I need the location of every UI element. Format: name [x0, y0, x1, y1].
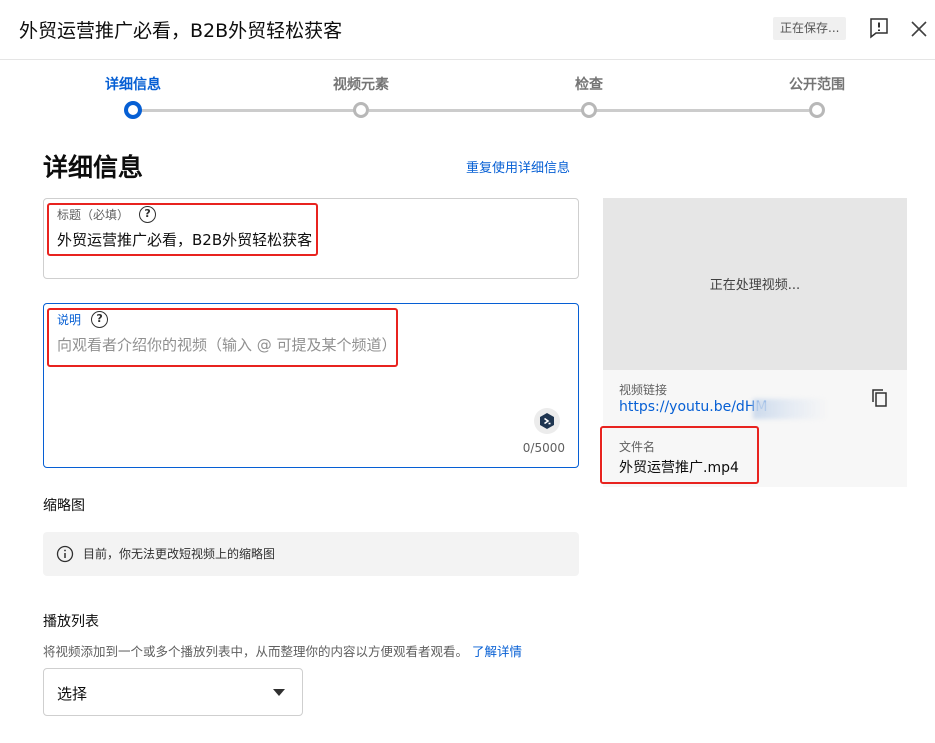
thumbnail-info-text: 目前，你无法更改短视频上的缩略图: [83, 547, 276, 561]
description-field[interactable]: 说明 ? 向观看者介绍你的视频（输入 @ 可提及某个频道） 0/5000: [43, 303, 579, 468]
thumbnail-heading: 缩略图: [43, 498, 85, 514]
step-label: 公开范围: [789, 77, 845, 93]
feedback-icon[interactable]: [867, 16, 891, 40]
copy-icon[interactable]: [868, 386, 892, 410]
processing-status: 正在处理视频...: [709, 278, 801, 293]
info-icon: [56, 545, 74, 563]
title-field[interactable]: 标题（必填） ? 外贸运营推广必看，B2B外贸轻松获客: [43, 198, 579, 279]
title-input[interactable]: 外贸运营推广必看，B2B外贸轻松获客: [57, 229, 312, 250]
playlist-select-value: 选择: [57, 685, 88, 703]
step-indicator: [353, 102, 369, 118]
step-label: 检查: [575, 77, 603, 93]
step-indicator: [124, 101, 142, 119]
step-video-elements[interactable]: 视频元素: [291, 76, 431, 118]
saving-status-badge: 正在保存...: [773, 17, 847, 40]
dialog-title: 外贸运营推广必看，B2B外贸轻松获客: [19, 20, 343, 42]
learn-more-link[interactable]: 了解详情: [472, 644, 522, 659]
playlist-select[interactable]: 选择: [43, 668, 303, 716]
redaction-blur: [753, 399, 828, 419]
page-title: 详细信息: [43, 153, 144, 182]
step-indicator: [809, 102, 825, 118]
stepper-connector: [140, 109, 355, 112]
step-indicator: [581, 102, 597, 118]
description-field-label-row: 说明 ?: [57, 311, 109, 328]
title-label: 标题（必填）: [57, 208, 130, 222]
playlist-description-text: 将视频添加到一个或多个播放列表中，从而整理你的内容以方便观看者观看。: [43, 644, 469, 659]
description-label: 说明: [57, 313, 82, 327]
video-preview: 正在处理视频...: [603, 198, 907, 370]
dropdown-arrow-icon: [273, 689, 285, 696]
ai-assist-icon[interactable]: [534, 408, 560, 434]
step-details[interactable]: 详细信息: [63, 76, 203, 119]
playlist-heading: 播放列表: [43, 614, 99, 630]
filename-value: 外贸运营推广.mp4: [619, 460, 739, 476]
dialog-header: 外贸运营推广必看，B2B外贸轻松获客 正在保存...: [0, 0, 935, 60]
thumbnail-info-box: 目前，你无法更改短视频上的缩略图: [43, 532, 579, 576]
stepper-connector: [369, 109, 582, 112]
help-icon[interactable]: ?: [139, 206, 157, 223]
step-visibility[interactable]: 公开范围: [747, 76, 887, 118]
video-link[interactable]: https://youtu.be/dHM: [619, 399, 767, 415]
title-field-label-row: 标题（必填） ?: [57, 206, 157, 223]
close-icon[interactable]: [907, 17, 931, 41]
description-input[interactable]: 向观看者介绍你的视频（输入 @ 可提及某个频道）: [57, 334, 397, 355]
help-icon[interactable]: ?: [91, 311, 109, 328]
filename-label: 文件名: [619, 440, 656, 454]
step-checks[interactable]: 检查: [519, 76, 659, 118]
video-link-label: 视频链接: [619, 383, 668, 397]
playlist-description: 将视频添加到一个或多个播放列表中，从而整理你的内容以方便观看者观看。 了解详情: [43, 641, 522, 660]
step-label: 视频元素: [333, 77, 389, 93]
reuse-details-link[interactable]: 重复使用详细信息: [466, 157, 570, 176]
upload-stepper: 详细信息 视频元素 检查 公开范围: [0, 60, 935, 130]
character-count: 0/5000: [522, 441, 565, 455]
video-preview-panel: 正在处理视频... 视频链接 https://youtu.be/dHM 文件名 …: [603, 198, 907, 487]
stepper-connector: [596, 109, 809, 112]
step-label: 详细信息: [105, 77, 161, 93]
